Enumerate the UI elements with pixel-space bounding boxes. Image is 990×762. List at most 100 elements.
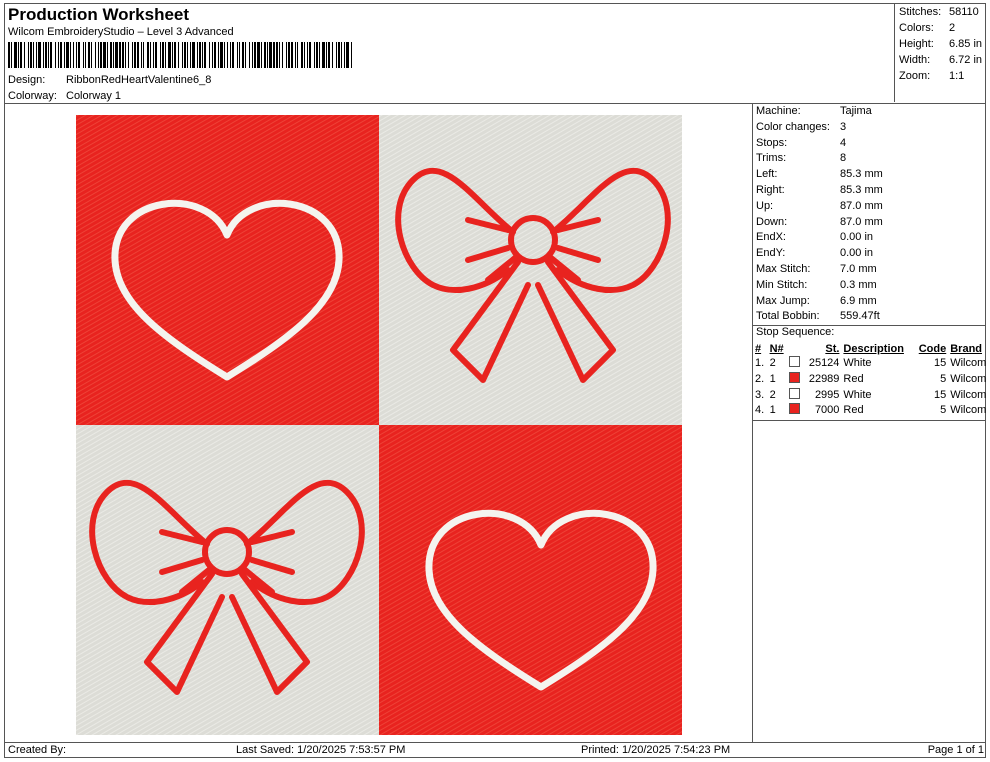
- stat-row: Min Stitch: 0.3 mm: [756, 278, 883, 294]
- table-row: 1. 2 25124 White 15 Wilcom: [755, 356, 990, 372]
- stat-value: 0.00 in: [840, 231, 874, 244]
- cell-num: 2.: [755, 372, 765, 385]
- panel-divider: [752, 103, 753, 742]
- summary-value: 58110: [949, 6, 979, 18]
- summary-row: Zoom: 1:1: [895, 68, 987, 84]
- cell-description: Red: [843, 404, 864, 417]
- cell-description: White: [843, 357, 872, 369]
- stat-row: Max Stitch: 7.0 mm: [756, 262, 883, 278]
- stat-label: Max Stitch:: [756, 262, 811, 275]
- software-name: Wilcom EmbroideryStudio – Level 3 Advanc…: [8, 26, 234, 38]
- summary-row: Colors: 2: [895, 20, 987, 36]
- footer-divider: [4, 742, 986, 743]
- summary-label: Colors:: [899, 22, 934, 34]
- summary-label: Width:: [899, 54, 931, 66]
- summary-label: Stitches:: [899, 6, 942, 18]
- summary-label: Zoom:: [899, 70, 931, 82]
- stat-row: Machine: Tajima: [756, 104, 883, 120]
- stat-label: Down:: [756, 215, 788, 228]
- cell-swatch: [789, 356, 803, 372]
- stat-value: 559.47ft: [840, 310, 880, 323]
- stat-value: 0.00 in: [840, 247, 874, 260]
- stat-label: Stops:: [756, 136, 788, 149]
- stat-label: Trims:: [756, 152, 787, 165]
- summary-value: 6.72 in: [949, 54, 983, 66]
- col-code: Code: [918, 342, 947, 355]
- machine-stats: Machine: Tajima Color changes: 3 Stops: 4 T…: [756, 104, 883, 325]
- stat-label: EndX:: [756, 231, 786, 244]
- created-by: Created By:: [8, 744, 67, 756]
- stat-row: Total Bobbin: 559.47ft: [756, 309, 883, 325]
- colorway-name: Colorway 1: [66, 90, 122, 102]
- stat-label: Right:: [756, 183, 785, 196]
- stat-value: 87.0 mm: [840, 199, 883, 212]
- cell-stitches: 22989: [808, 372, 840, 385]
- summary-value: 1:1: [949, 70, 965, 82]
- stat-label: Total Bobbin:: [756, 310, 820, 323]
- summary-label: Height:: [899, 38, 934, 50]
- stat-value: 7.0 mm: [840, 262, 877, 275]
- stop-sequence-title: Stop Sequence:: [756, 326, 835, 338]
- design-preview: [76, 115, 682, 735]
- cell-code: 15: [933, 388, 947, 401]
- quadrant-white-top-right: [379, 115, 682, 425]
- color-swatch: [789, 371, 801, 383]
- cell-swatch: [789, 403, 803, 419]
- page-title: Production Worksheet: [8, 5, 190, 24]
- stat-row: EndX: 0.00 in: [756, 230, 883, 246]
- stop-sequence-table: # N# St. Description Code Brand 1. 2 251…: [755, 341, 990, 419]
- col-brand: Brand: [950, 342, 983, 355]
- cell-needle: 2: [769, 388, 776, 401]
- col-swatch: [789, 341, 803, 356]
- stat-row: Color changes: 3: [756, 120, 883, 136]
- quadrant-red-bottom-right: [379, 425, 682, 735]
- stat-label: Machine:: [756, 105, 801, 117]
- cell-brand: Wilcom: [950, 357, 987, 369]
- table-row: 4. 1 7000 Red 5 Wilcom: [755, 403, 990, 419]
- color-swatch: [789, 387, 801, 399]
- stat-label: Color changes:: [756, 120, 830, 133]
- stat-row: Down: 87.0 mm: [756, 215, 883, 231]
- stat-label: Up:: [756, 199, 774, 212]
- stat-value: 6.9 mm: [840, 294, 877, 307]
- stat-row: Left: 85.3 mm: [756, 167, 883, 183]
- last-saved: Last Saved: 1/20/2025 7:53:57 PM: [236, 744, 406, 756]
- cell-swatch: [789, 371, 803, 388]
- cell-description: Red: [843, 372, 864, 385]
- stat-value: 87.0 mm: [840, 215, 883, 228]
- design-info: Design: RibbonRedHeartValentine6_8 Colorw…: [8, 72, 211, 104]
- col-num: #: [755, 342, 762, 355]
- quadrant-white-bottom-left: [76, 425, 379, 735]
- cell-needle: 1: [769, 372, 776, 385]
- stat-value: Tajima: [840, 105, 872, 117]
- cell-needle: 2: [769, 357, 776, 369]
- col-description: Description: [843, 342, 904, 355]
- barcode: [8, 42, 355, 68]
- stat-label: Left:: [756, 168, 778, 181]
- cell-num: 3.: [755, 388, 765, 401]
- summary-row: Height: 6.85 in: [895, 36, 987, 52]
- stat-row: Trims: 8: [756, 151, 883, 167]
- table-row: 3. 2 2995 White 15 Wilcom: [755, 387, 990, 404]
- cell-code: 15: [933, 357, 947, 369]
- cell-stitches: 2995: [814, 388, 840, 401]
- header-block: Production Worksheet Wilcom EmbroiderySt…: [8, 5, 234, 38]
- cell-swatch: [789, 387, 803, 404]
- col-stitches: St.: [825, 342, 840, 355]
- stat-row: Right: 85.3 mm: [756, 183, 883, 199]
- summary-box: Stitches: 58110 Colors: 2 Height: 6.85 in W…: [894, 4, 987, 102]
- summary-value: 6.85 in: [949, 38, 983, 50]
- cell-brand: Wilcom: [950, 388, 987, 401]
- barcode-bar: [352, 42, 353, 68]
- cell-description: White: [843, 388, 872, 401]
- design-name: RibbonRedHeartValentine6_8: [66, 74, 212, 86]
- cell-code: 5: [940, 404, 947, 417]
- cell-code: 5: [940, 372, 947, 385]
- stat-row: Stops: 4: [756, 136, 883, 152]
- stop-table-bottom-line: [752, 420, 986, 421]
- stat-value: 3: [840, 120, 847, 133]
- stat-label: EndY:: [756, 247, 786, 260]
- cell-num: 4.: [755, 404, 765, 417]
- table-header: # N# St. Description Code Brand: [755, 341, 990, 356]
- design-label: Design:: [8, 74, 46, 86]
